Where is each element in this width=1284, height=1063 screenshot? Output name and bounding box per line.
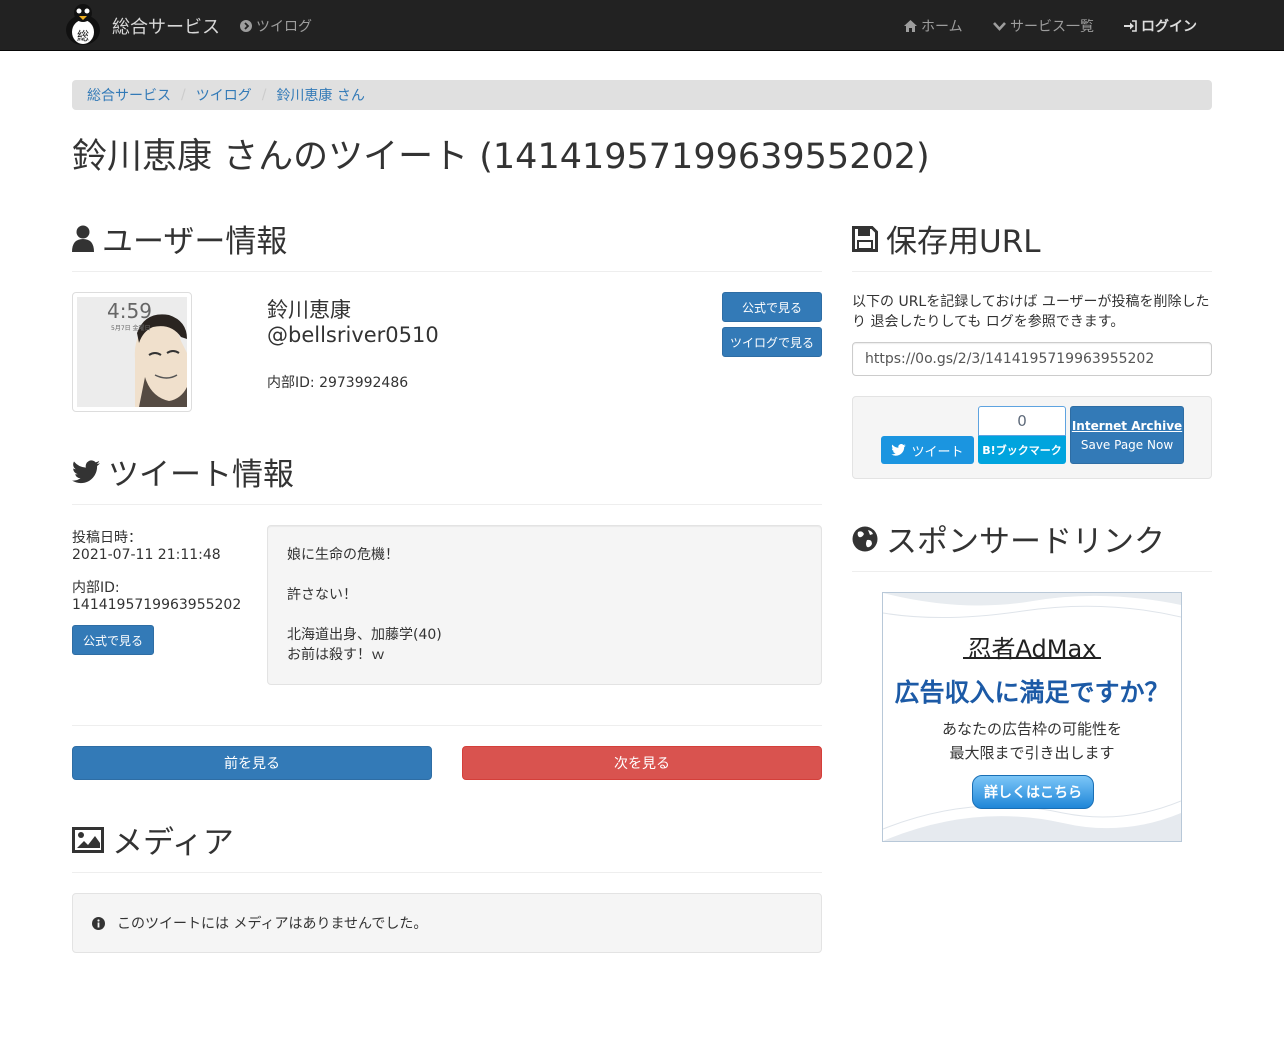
ad-subtext-line: あなたの広告枠の可能性を <box>941 720 1122 738</box>
penguin-logo-icon[interactable]: 総 <box>62 2 104 46</box>
tweet-line: お前は殺す！ｗ <box>287 647 385 663</box>
breadcrumb-separator: / <box>261 87 267 103</box>
posted-value: 2021-07-11 21:11:48 <box>72 547 221 563</box>
view-official-tweet-button[interactable]: 公式で見る <box>72 625 154 655</box>
hatena-bookmark-count: 0 <box>978 406 1066 436</box>
avatar-clock-date: 5月7日 金曜日 <box>111 325 151 332</box>
user-name: 鈴川恵康 <box>267 298 351 322</box>
floppy-disk-icon <box>852 225 878 252</box>
ad-details-button[interactable]: 詳しくはこちら <box>972 775 1094 809</box>
tweet-line: 娘に生命の危機！ <box>287 547 399 563</box>
save-url-heading-text: 保存用URL <box>886 224 1041 260</box>
nav-login-link[interactable]: ログイン <box>1124 16 1197 36</box>
ad-subtext: あなたの広告枠の可能性を 最大限まで引き出します <box>883 717 1181 765</box>
breadcrumb-item-user[interactable]: 鈴川恵康 さん <box>276 85 364 105</box>
internet-archive-button[interactable]: Internet Archive Save Page Now <box>1070 406 1184 464</box>
navbar: 総 総合サービス ツイログ ホーム サービス一覧 ログイン <box>0 0 1284 51</box>
divider <box>72 872 822 873</box>
tweet-line <box>287 605 802 625</box>
tweet-line: 許さない！ <box>287 587 357 603</box>
svg-text:総: 総 <box>77 29 89 43</box>
chevron-down-icon <box>993 21 1006 31</box>
prev-tweet-button[interactable]: 前を見る <box>72 746 432 780</box>
nav-twilog-label: ツイログ <box>256 19 312 35</box>
media-heading: メディア <box>72 817 234 862</box>
chevron-circle-right-icon <box>240 20 252 32</box>
hatena-bookmark-button[interactable]: B!ブックマーク <box>978 436 1066 464</box>
page-title: 鈴川恵康 さんのツイート (1414195719963955202) <box>72 137 930 177</box>
divider <box>72 725 822 726</box>
share-box: ツイート 0 B!ブックマーク Internet Archive Save Pa… <box>852 396 1212 479</box>
tweet-info-heading-text: ツイート情報 <box>108 457 294 493</box>
media-heading-text: メディア <box>112 825 234 861</box>
ad-logo-underline <box>963 657 1101 659</box>
internet-archive-title: Internet Archive <box>1071 418 1183 433</box>
info-icon <box>92 916 105 930</box>
avatar-clock-time: 4:59 <box>107 299 152 323</box>
twitter-bird-icon <box>891 444 907 456</box>
avatar-image: 4:59 5月7日 金曜日 <box>77 297 187 407</box>
ad-banner[interactable]: 忍者AdMax 広告収入に満足ですか？ あなたの広告枠の可能性を 最大限まで引き… <box>882 592 1182 842</box>
sponsor-heading-text: スポンサードリンク <box>886 524 1165 560</box>
globe-icon <box>852 526 878 552</box>
breadcrumb-item-twilog[interactable]: ツイログ <box>196 85 252 105</box>
tweet-line <box>287 565 802 585</box>
divider <box>852 271 1212 272</box>
breadcrumb-item-home[interactable]: 総合サービス <box>87 85 171 105</box>
tweet-internal-id-label: 内部ID: <box>72 580 120 596</box>
nav-login-label: ログイン <box>1141 19 1197 35</box>
view-twilog-button[interactable]: ツイログで見る <box>722 327 822 357</box>
home-icon <box>904 20 917 32</box>
nav-services-link[interactable]: サービス一覧 <box>993 16 1094 36</box>
save-url-input[interactable] <box>852 342 1212 376</box>
sponsor-heading: スポンサードリンク <box>852 516 1165 561</box>
avatar: 4:59 5月7日 金曜日 <box>72 292 192 412</box>
user-internal-id: 内部ID: 2973992486 <box>267 375 409 391</box>
breadcrumb-separator: / <box>181 87 186 103</box>
user-info-heading-text: ユーザー情報 <box>102 224 288 260</box>
posted-label: 投稿日時： <box>72 530 142 546</box>
tweet-text-box: 娘に生命の危機！ 許さない！ 北海道出身、加藤学(40) お前は殺す！ｗ <box>267 525 822 685</box>
twitter-bird-icon <box>72 459 100 484</box>
breadcrumb: 総合サービス / ツイログ / 鈴川恵康 さん <box>72 80 1212 110</box>
user-icon <box>72 225 94 252</box>
divider <box>852 571 1212 572</box>
view-official-user-button[interactable]: 公式で見る <box>722 292 822 322</box>
internet-archive-action: Save Page Now <box>1080 437 1174 452</box>
image-icon <box>72 826 104 853</box>
divider <box>72 271 822 272</box>
media-empty-text: このツイートには メディアはありませんでした。 <box>117 916 428 932</box>
tweet-info-heading: ツイート情報 <box>72 449 294 494</box>
nav-home-link[interactable]: ホーム <box>904 16 963 36</box>
nav-home-label: ホーム <box>921 19 963 35</box>
ad-subtext-line: 最大限まで引き出します <box>949 744 1115 762</box>
nav-services-label: サービス一覧 <box>1010 19 1094 35</box>
tweet-internal-id-value: 1414195719963955202 <box>72 597 242 613</box>
ad-headline: 広告収入に満足ですか？ <box>894 678 1170 707</box>
next-tweet-button[interactable]: 次を見る <box>462 746 822 780</box>
nav-twilog-link[interactable]: ツイログ <box>240 16 312 36</box>
tweet-share-label: ツイート <box>911 444 964 460</box>
save-url-heading: 保存用URL <box>852 216 1041 261</box>
user-screen-name: @bellsriver0510 <box>267 323 439 347</box>
user-info-heading: ユーザー情報 <box>72 216 287 261</box>
divider <box>72 504 822 505</box>
sign-in-icon <box>1124 20 1137 32</box>
tweet-line: 北海道出身、加藤学(40) <box>287 627 442 643</box>
save-url-description: 以下の URLを記録しておけば ユーザーが投稿を削除したり 退会したりしても ロ… <box>852 294 1210 330</box>
media-empty-notice: このツイートには メディアはありませんでした。 <box>72 893 822 953</box>
tweet-share-button[interactable]: ツイート <box>881 436 974 464</box>
nav-brand[interactable]: 総合サービス <box>112 13 220 39</box>
